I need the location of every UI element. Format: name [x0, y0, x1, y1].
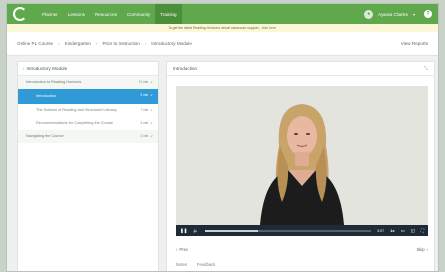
video-progress-fill	[204, 229, 259, 232]
lesson-duration: 7 min	[140, 108, 149, 112]
lesson-title: Introduction	[173, 66, 198, 71]
lesson-item[interactable]: The Science of Reading and Structured Li…	[18, 104, 158, 117]
lesson-label: Introduction	[36, 94, 56, 98]
lesson-item[interactable]: Recommendations for Completing the Cours…	[18, 117, 158, 130]
top-navigation: Planner Lessons Resources Community Trai…	[7, 4, 438, 24]
breadcrumb-item: Introductory Module	[151, 41, 192, 46]
lesson-item-active[interactable]: Introduction 9 min ✓	[18, 89, 158, 104]
nav-planner[interactable]: Planner	[37, 4, 63, 24]
fullscreen-icon[interactable]: ⛶	[421, 228, 424, 233]
help-icon[interactable]: ?	[424, 10, 432, 18]
nav-community[interactable]: Community	[122, 4, 155, 24]
lesson-label: Introduction to Reading Horizons	[26, 80, 82, 84]
breadcrumb-item[interactable]: Online PL Course	[17, 41, 53, 46]
check-icon: ✓	[150, 80, 153, 84]
view-reports-link[interactable]: View Reports	[401, 41, 428, 46]
lesson-duration: 3 min	[140, 121, 149, 125]
content-area: ‹ Introductory Module Introduction to Re…	[7, 56, 438, 271]
captions-icon[interactable]: ▭	[401, 228, 405, 234]
lesson-group-item[interactable]: Introduction to Reading Horizons 13 min …	[18, 76, 158, 89]
breadcrumb-item[interactable]: Kindergarten	[65, 41, 91, 46]
nav-lessons[interactable]: Lessons	[63, 4, 90, 24]
lesson-group-item[interactable]: Navigating the Course 2 min ✓	[18, 130, 158, 143]
breadcrumb-separator-icon: ›	[144, 41, 147, 46]
avatar: ●	[364, 9, 374, 19]
prev-label: Prev	[179, 246, 189, 252]
lesson-meta: 9 min ✓	[141, 93, 153, 98]
chevron-left-icon: ‹	[176, 246, 178, 252]
tab-feedback[interactable]: Feedback	[197, 262, 215, 267]
user-menu[interactable]: ● Ayaana Charles ▾ ?	[364, 9, 432, 19]
breadcrumb-item[interactable]: Prior to Instruction	[102, 41, 139, 46]
video-player[interactable]: ❚❚ 🔈 3:07 1x ▭ ◱ ⛶	[176, 86, 428, 236]
logo-icon[interactable]	[13, 7, 27, 21]
breadcrumb-separator-icon: ›	[58, 41, 60, 46]
lesson-meta: 13 min ✓	[139, 80, 153, 85]
lesson-meta: 2 min ✓	[141, 134, 153, 139]
breadcrumb-separator-icon: ›	[95, 41, 98, 46]
user-name: Ayaana Charles	[378, 11, 408, 17]
sidebar-title: Introductory Module	[26, 66, 68, 71]
announcement-banner: To get the latest Reading Horizons virtu…	[7, 24, 438, 32]
nav-resources[interactable]: Resources	[90, 4, 122, 24]
check-icon: ✓	[150, 93, 153, 97]
lesson-navigation: ‹ Prev Skip ›	[176, 243, 428, 255]
expand-icon[interactable]: ⤡	[424, 66, 428, 72]
lesson-meta: 7 min ✓	[141, 108, 153, 113]
video-controls: ❚❚ 🔈 3:07 1x ▭ ◱ ⛶	[176, 225, 428, 236]
module-sidebar: ‹ Introductory Module Introduction to Re…	[17, 61, 159, 271]
playback-speed-button[interactable]: 1x	[390, 228, 394, 233]
chevron-down-icon: ▾	[412, 11, 415, 17]
lesson-label: Recommendations for Completing the Cours…	[36, 121, 114, 125]
nav-links: Planner Lessons Resources Community Trai…	[37, 4, 182, 24]
banner-link[interactable]: click here.	[262, 26, 277, 30]
lesson-panel: Introduction ⤡ ❚❚ 🔈 3:07 1x ▭ ◱ ⛶ ‹ Prev…	[166, 61, 435, 271]
banner-text: To get the latest Reading Horizons virtu…	[168, 26, 260, 30]
video-frame-image	[176, 86, 428, 236]
lesson-label: Navigating the Course	[26, 134, 64, 138]
check-icon: ✓	[150, 134, 153, 138]
chevron-right-icon: ›	[426, 246, 428, 252]
lesson-duration: 9 min	[140, 93, 149, 97]
lesson-duration: 13 min	[138, 80, 149, 84]
sidebar-header[interactable]: ‹ Introductory Module	[18, 62, 158, 76]
lesson-label: The Science of Reading and Structured Li…	[36, 108, 117, 112]
lesson-meta: 3 min ✓	[141, 121, 153, 126]
check-icon: ✓	[150, 121, 153, 125]
lesson-duration: 2 min	[140, 134, 149, 138]
lesson-header: Introduction ⤡	[167, 62, 434, 76]
video-progress-bar[interactable]	[204, 229, 372, 232]
skip-label: Skip	[416, 246, 425, 252]
check-icon: ✓	[150, 108, 153, 112]
picture-in-picture-icon[interactable]: ◱	[411, 228, 415, 234]
volume-icon[interactable]: 🔈	[193, 228, 198, 234]
skip-button[interactable]: Skip ›	[416, 247, 428, 252]
video-time: 3:07	[377, 228, 385, 233]
tab-notes[interactable]: Notes	[176, 262, 187, 267]
nav-training[interactable]: Training	[155, 4, 182, 24]
prev-button[interactable]: ‹ Prev	[176, 247, 188, 252]
lesson-tabs: Notes Feedback	[176, 262, 215, 267]
breadcrumb: Online PL Course › Kindergarten › Prior …	[7, 32, 438, 56]
chevron-left-icon: ‹	[23, 66, 25, 71]
app-window: Planner Lessons Resources Community Trai…	[6, 3, 439, 272]
pause-icon[interactable]: ❚❚	[180, 228, 187, 234]
